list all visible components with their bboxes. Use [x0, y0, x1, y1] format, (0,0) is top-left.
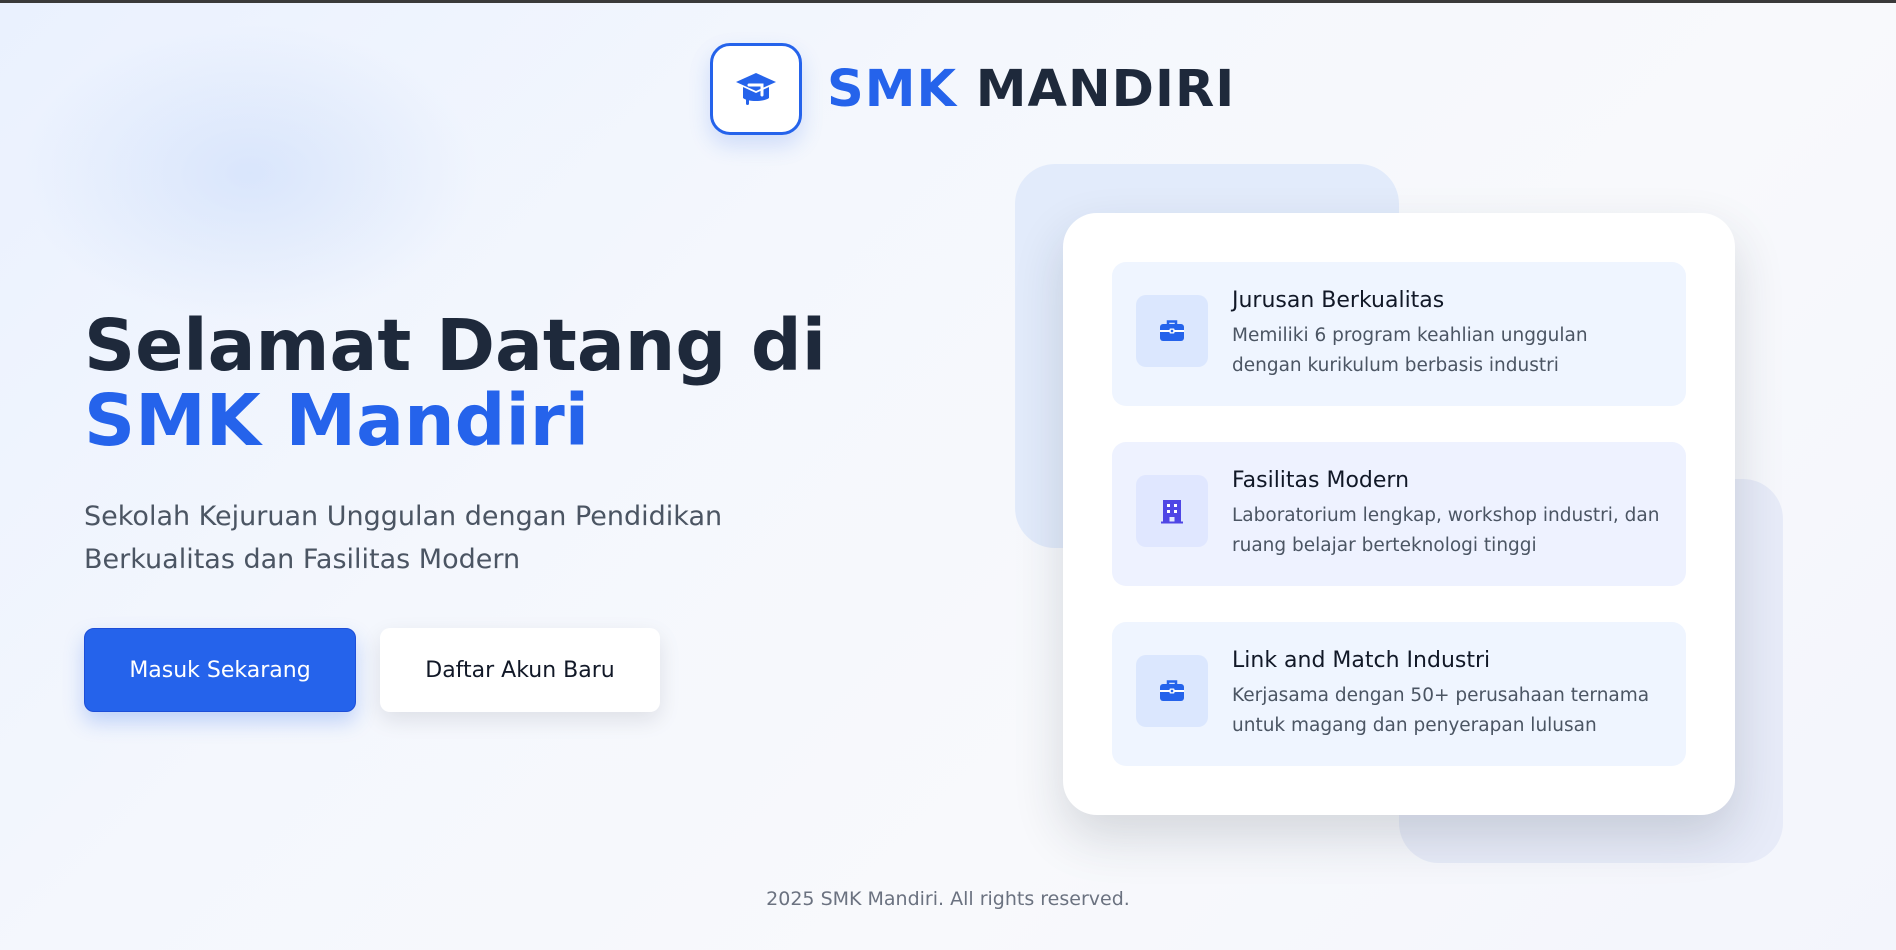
hero-title-prefix: Selamat Datang di — [84, 304, 827, 387]
feature-title: Link and Match Industri — [1232, 647, 1491, 673]
brand-header: SMK MANDIRI — [710, 43, 1235, 135]
brand-name: SMK MANDIRI — [827, 60, 1235, 119]
briefcase-icon — [1136, 295, 1208, 367]
feature-description: Laboratorium lengkap, workshop industri,… — [1232, 504, 1660, 556]
graduation-cap-icon — [710, 43, 802, 135]
feature-title: Fasilitas Modern — [1232, 467, 1410, 493]
briefcase-icon — [1136, 655, 1208, 727]
brand-name-rest: MANDIRI — [975, 59, 1236, 119]
hero-title: Selamat Datang di SMK Mandiri — [84, 308, 904, 458]
register-button[interactable]: Daftar Akun Baru — [380, 628, 660, 712]
feature-item-jurusan: Jurusan Berkualitas Memiliki 6 program k… — [1112, 262, 1686, 406]
feature-item-fasilitas: Fasilitas Modern Laboratorium lengkap, w… — [1112, 442, 1686, 586]
features-card: Jurusan Berkualitas Memiliki 6 program k… — [1063, 213, 1735, 815]
login-button[interactable]: Masuk Sekarang — [84, 628, 356, 712]
brand-name-accent: SMK — [827, 59, 958, 119]
feature-description: Memiliki 6 program keahlian unggulan den… — [1232, 324, 1588, 376]
hero-title-accent: SMK Mandiri — [84, 379, 590, 462]
feature-title: Jurusan Berkualitas — [1232, 287, 1445, 313]
hero-subtitle: Sekolah Kejuruan Unggulan dengan Pendidi… — [84, 501, 723, 575]
footer-copyright: 2025 SMK Mandiri. All rights reserved. — [766, 888, 1130, 910]
background-glow — [20, 23, 480, 323]
feature-item-link-and-match: Link and Match Industri Kerjasama dengan… — [1112, 622, 1686, 766]
feature-description: Kerjasama dengan 50+ perusahaan ternama … — [1232, 684, 1650, 736]
building-icon — [1136, 475, 1208, 547]
